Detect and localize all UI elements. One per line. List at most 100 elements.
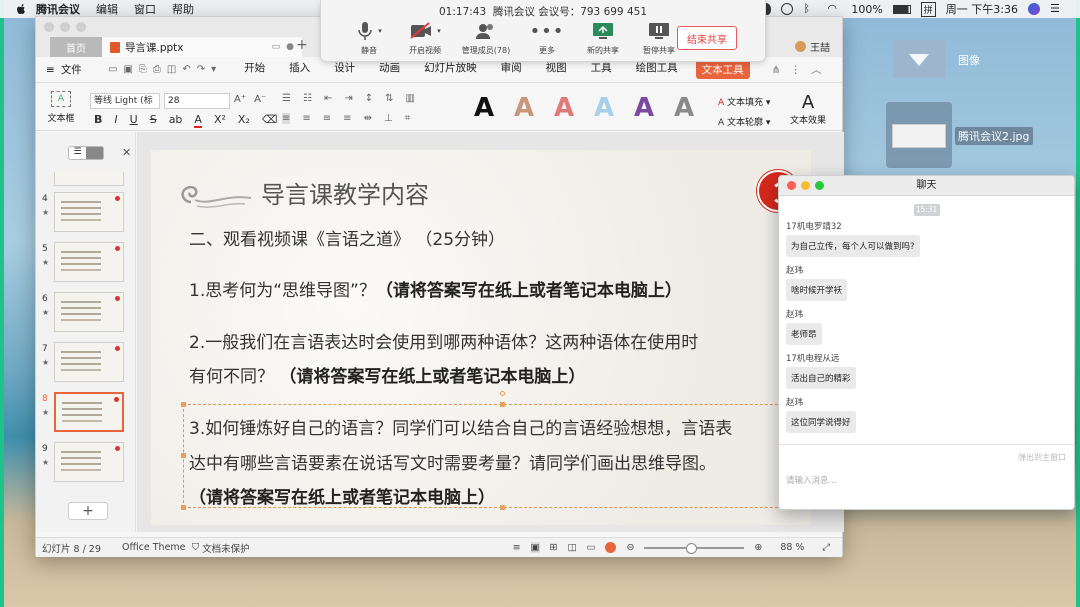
apple-icon[interactable] [14,2,28,16]
slide[interactable]: 导言课教学内容 二、观看视频课《言语之道》 （25分钟） 1.思考何为“思维导图… [151,150,811,525]
view-toggle[interactable]: ☰ [68,146,104,160]
textbox-button[interactable]: A 文本框 [44,91,78,124]
grow-font-icon[interactable]: A⁺ [234,94,246,105]
sorter-view-icon[interactable]: ⊞ [550,542,558,553]
battery-icon[interactable] [892,4,911,14]
menu-edit[interactable]: 编辑 [96,1,118,17]
add-slide-button[interactable]: + [68,502,108,520]
zoom-slider[interactable] [644,542,745,554]
end-share-button[interactable]: 结束共享 [677,26,737,50]
tab-tools[interactable]: 工具 [591,60,612,79]
chat-minimize-button[interactable] [801,181,810,190]
open-folder-icon[interactable]: ▭ [108,64,117,75]
start-video-button[interactable]: ▾ 开启视频 [397,20,453,56]
screen-icon[interactable]: ▭ [272,42,281,52]
columns-icon[interactable]: ▥ [406,93,415,104]
quick-more-icon[interactable]: ▾ [211,64,216,75]
subscript-button[interactable]: X₂ [238,113,250,128]
justify-icon[interactable]: ≡ [343,113,351,124]
outdent-icon[interactable]: ⇤ [324,93,332,104]
tab-text-tools[interactable]: 文本工具 [695,60,750,79]
font-size-select[interactable]: 28 [164,93,230,109]
file-thumbnail-icon[interactable] [886,102,952,168]
tab-document[interactable]: 导言课.pptx ▭ ● [102,37,302,57]
numbering-icon[interactable]: ☷ [303,93,312,104]
slide-thumb-4[interactable]: 4 ★ [38,192,130,242]
menu-window[interactable]: 窗口 [134,1,156,17]
new-tab-button[interactable]: + [296,37,308,53]
text-style-2[interactable]: A [510,93,538,123]
text-style-3[interactable]: A [550,93,578,123]
bold-button[interactable]: B [94,113,102,128]
tab-view[interactable]: 视图 [546,60,567,79]
text-outline-button[interactable]: A 文本轮廓 ▾ [718,113,770,133]
font-color-button[interactable]: A [194,113,202,128]
shrink-font-icon[interactable]: A⁻ [254,94,266,105]
zoom-out-icon[interactable]: ⊖ [626,542,634,553]
chat-bubble[interactable]: 啥时候开学袄 [786,279,848,301]
popout-link[interactable]: 弹出到主窗口 [1018,452,1066,463]
text-effect-button[interactable]: A 文本效果 [788,93,828,127]
presenter-view-icon[interactable]: ▭ [586,542,595,553]
zoom-window-button[interactable] [76,22,86,32]
more-icon[interactable]: ⋮ [790,64,801,76]
shadow-button[interactable]: ab [169,113,183,128]
play-icon[interactable] [605,542,617,553]
slide-thumb-9[interactable]: 9 ★ [38,442,130,492]
desktop-folder-label[interactable]: 图像 [958,52,980,68]
tab-drawing-tools[interactable]: 绘图工具 [636,60,678,79]
align-center-icon[interactable]: ≡ [302,113,310,124]
theme-name[interactable]: Office Theme [122,542,192,553]
redo-icon[interactable]: ↷ [197,64,205,75]
text-style-5[interactable]: A [630,93,658,123]
share-icon[interactable]: ⋔ [772,64,781,76]
smart-art-icon[interactable]: ⌗ [405,113,411,124]
desktop-file-label[interactable]: 腾讯会议2.jpg [955,127,1033,145]
user-account[interactable]: 王喆 [795,39,830,54]
more-button[interactable]: ••• 更多 [519,20,575,56]
input-method-indicator[interactable]: 拼 [920,1,936,17]
siri-icon[interactable] [1028,3,1040,15]
rotate-handle[interactable] [500,391,505,396]
font-name-select[interactable]: 等线 Light (标 [90,93,160,109]
superscript-button[interactable]: X² [214,113,226,128]
bullets-icon[interactable]: ☰ [282,93,291,104]
close-window-button[interactable] [44,22,54,32]
text-fill-button[interactable]: A 文本填充 ▾ [718,93,770,113]
wifi-icon[interactable]: ◠ [827,3,841,15]
chat-zoom-button[interactable] [815,181,824,190]
text-direction-icon[interactable]: ⇅ [385,93,393,104]
tab-home[interactable]: 首页 [50,37,102,57]
chat-bubble[interactable]: 这位同学说得好 [786,411,856,433]
outline-view-icon[interactable] [86,147,103,159]
line-spacing-icon[interactable]: ↕ [365,93,373,104]
export-icon[interactable]: ⎘ [139,64,147,75]
document-protection[interactable]: ⛉ 文档未保护 [192,541,250,555]
slide-thumb-8[interactable]: 8 ★ [38,392,130,442]
tab-slideshow[interactable]: 幻灯片放映 [424,60,477,79]
menu-help[interactable]: 帮助 [172,1,194,17]
collapse-ribbon-icon[interactable]: ︿ [811,62,822,77]
minimize-window-button[interactable] [60,22,70,32]
text-style-6[interactable]: A [670,93,698,123]
zoom-in-icon[interactable]: ⊕ [754,542,762,553]
save-icon[interactable]: ▣ [123,64,132,75]
normal-view-icon[interactable]: ▣ [530,542,540,553]
vertical-align-icon[interactable]: ⊥ [384,113,393,124]
thumbnail-view-icon[interactable]: ☰ [69,147,86,159]
zoom-level[interactable]: 88 % [772,542,812,553]
notes-icon[interactable]: ≡ [513,542,521,553]
slide-thumb-7[interactable]: 7 ★ [38,342,130,392]
tab-review[interactable]: 审阅 [501,60,522,79]
close-panel-icon[interactable]: ✕ [122,146,131,159]
slide-thumb-5[interactable]: 5 ★ [38,242,130,292]
strikethrough-button[interactable]: S [150,113,157,128]
thumbnail-partial[interactable] [54,172,124,186]
underline-button[interactable]: U [130,113,138,128]
chat-close-button[interactable] [787,181,796,190]
print-icon[interactable]: ⎙ [153,64,161,75]
indent-icon[interactable]: ⇥ [344,93,352,104]
clock[interactable]: 周一 下午3:36 [946,1,1018,17]
chat-bubble[interactable]: 为自己立传，每个人可以做到吗? [786,235,920,257]
manage-members-button[interactable]: 管理成员(78) [453,20,519,56]
